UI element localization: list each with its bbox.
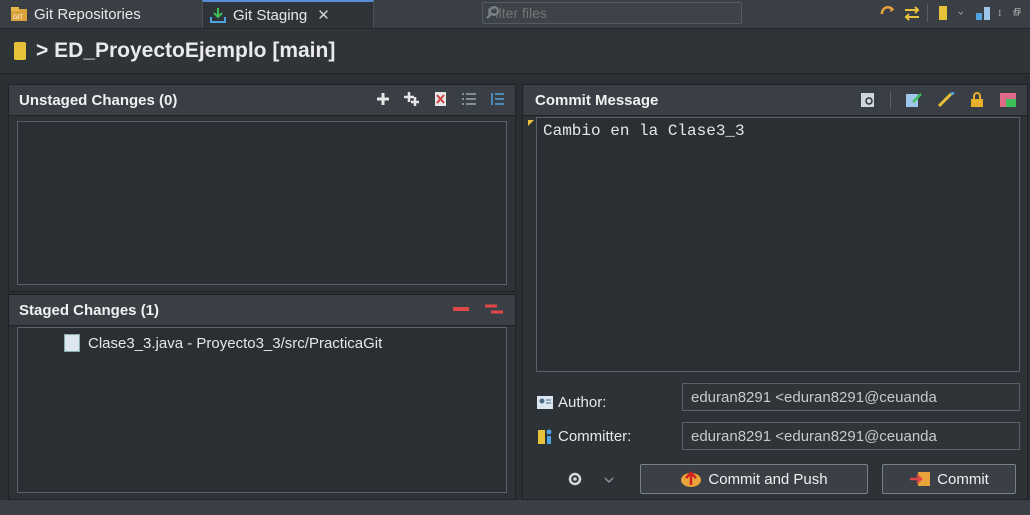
toolbar-separator (890, 91, 891, 109)
unstaged-files-list[interactable] (17, 121, 507, 285)
author-icon (537, 396, 553, 409)
git-repositories-icon: GIT (11, 7, 27, 21)
commit-button[interactable]: Commit (882, 464, 1016, 494)
page-title: > ED_ProyectoEjemplo [main] (36, 39, 336, 62)
settings-gear-icon[interactable] (566, 470, 584, 488)
lock-icon[interactable] (969, 92, 985, 108)
staged-changes-title: Staged Changes (1) (19, 301, 160, 319)
unstaged-changes-title: Unstaged Changes (0) (19, 91, 178, 109)
committer-field[interactable]: eduran8291 <eduran8291@ceuanda (682, 422, 1020, 450)
compare-mode-icon[interactable] (903, 4, 921, 22)
commit-message-input[interactable]: Cambio en la Clase3_3 (536, 117, 1020, 372)
chevron-down-icon[interactable] (958, 4, 968, 22)
repository-icon (14, 42, 26, 60)
toolbar-separator (927, 4, 928, 22)
view-tab-bar: GIT Git Repositories Git Staging ✕ (0, 0, 1030, 29)
commit-and-push-label: Commit and Push (708, 470, 828, 488)
staged-files-list[interactable]: Clase3_3.java - Proyecto3_3/src/Practica… (17, 327, 507, 493)
commit-and-push-button[interactable]: Commit and Push (640, 464, 868, 494)
unstaged-toolbar (375, 91, 505, 107)
unstage-all-icon[interactable] (483, 301, 505, 317)
ignore-file-icon[interactable] (433, 91, 449, 107)
amend-icon[interactable] (905, 92, 923, 108)
tab-git-staging-label: Git Staging (233, 6, 308, 24)
bottom-scrollbar[interactable] (0, 500, 1030, 515)
list-view-icon[interactable] (461, 91, 477, 107)
commit-icon (910, 472, 931, 486)
content-assist-marker-icon (528, 120, 534, 126)
collapse-all-icon[interactable] (489, 91, 505, 107)
committer-label-text: Committer: (558, 427, 632, 445)
chevron-down-icon[interactable] (604, 476, 614, 484)
repository-icon[interactable] (934, 4, 952, 22)
unstage-selected-icon[interactable] (451, 301, 471, 317)
tab-git-repositories-label: Git Repositories (34, 5, 141, 23)
tab-git-repositories[interactable]: GIT Git Repositories (4, 0, 202, 28)
preview-icon[interactable] (860, 92, 876, 108)
java-file-icon (64, 334, 80, 352)
author-label-text: Author: (558, 393, 607, 411)
committer-label: Committer: (536, 422, 631, 450)
change-id-icon[interactable] (999, 92, 1017, 108)
staged-toolbar (451, 301, 505, 317)
view-menu-icon[interactable] (998, 4, 1006, 22)
refresh-icon[interactable] (879, 4, 897, 22)
close-icon[interactable]: ✕ (317, 6, 330, 24)
commit-toolbar (860, 91, 1017, 109)
git-staging-icon (210, 8, 226, 23)
push-icon (681, 471, 702, 487)
commit-message-text: Cambio en la Clase3_3 (543, 122, 745, 140)
committer-icon (538, 429, 552, 444)
list-item[interactable]: Clase3_3.java - Proyecto3_3/src/Practica… (18, 328, 506, 352)
layout-icon[interactable] (974, 4, 992, 22)
staged-changes-pane: Staged Changes (1) Clase3_3.java - Proye… (8, 294, 516, 500)
stage-selected-icon[interactable] (375, 91, 391, 107)
tab-git-staging[interactable]: Git Staging ✕ (202, 0, 374, 28)
commit-message-title: Commit Message (535, 91, 659, 109)
view-toolbar (879, 4, 1024, 22)
filter-files-input[interactable] (482, 2, 742, 24)
stage-all-icon[interactable] (403, 91, 421, 107)
restore-icon[interactable] (1012, 4, 1024, 22)
author-field[interactable]: eduran8291 <eduran8291@ceuanda (682, 383, 1020, 411)
staged-changes-header: Staged Changes (1) (9, 295, 515, 326)
staged-file-label: Clase3_3.java - Proyecto3_3/src/Practica… (88, 334, 383, 352)
svg-text:GIT: GIT (13, 14, 23, 21)
repository-header: > ED_ProyectoEjemplo [main] (0, 29, 1030, 74)
unstaged-changes-pane: Unstaged Changes (0) (8, 84, 516, 292)
commit-label: Commit (937, 470, 989, 488)
search-icon (486, 6, 499, 19)
author-label: Author: (536, 388, 606, 416)
sign-off-icon[interactable] (937, 92, 955, 108)
